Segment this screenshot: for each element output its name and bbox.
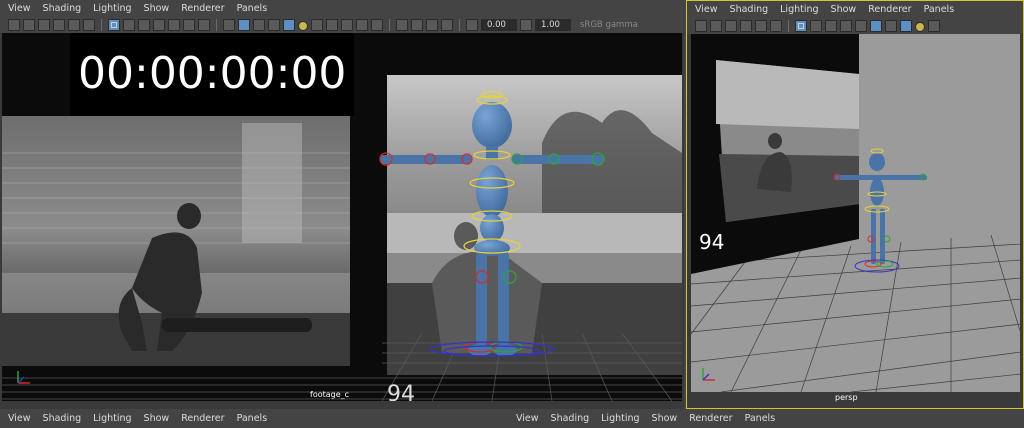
- menu-view[interactable]: View: [8, 3, 31, 14]
- motion-blur-icon[interactable]: [341, 19, 353, 31]
- color-space-label[interactable]: sRGB gamma: [580, 20, 638, 30]
- image-plane-icon[interactable]: [740, 20, 752, 32]
- use-all-lights-icon[interactable]: [915, 21, 925, 32]
- grease-pencil-icon[interactable]: [83, 19, 95, 31]
- menu-renderer[interactable]: Renderer: [181, 3, 224, 14]
- multisample-aa-icon[interactable]: [356, 19, 368, 31]
- field-chart-icon[interactable]: [168, 19, 180, 31]
- camera-label: footage_c: [310, 390, 350, 399]
- menu-show[interactable]: Show: [144, 413, 170, 424]
- wireframe-icon[interactable]: [855, 20, 867, 32]
- grid-icon[interactable]: [795, 20, 807, 32]
- menu-shading[interactable]: Shading: [43, 413, 82, 424]
- wireframe-on-shaded-icon[interactable]: [268, 19, 280, 31]
- two-d-pan-zoom-icon[interactable]: [68, 19, 80, 31]
- menu-show[interactable]: Show: [652, 413, 678, 424]
- gate-mask-icon[interactable]: [153, 19, 165, 31]
- toolbar-separator: [788, 20, 789, 32]
- toolbar-separator: [459, 19, 460, 31]
- select-camera-icon[interactable]: [8, 19, 20, 31]
- xray-icon[interactable]: [411, 19, 423, 31]
- menu-lighting[interactable]: Lighting: [601, 413, 639, 424]
- menu-lighting[interactable]: Lighting: [780, 4, 818, 15]
- xray-joints-icon[interactable]: [426, 19, 438, 31]
- resolution-gate-icon[interactable]: [825, 20, 837, 32]
- menu-lighting[interactable]: Lighting: [93, 3, 131, 14]
- menu-view[interactable]: View: [8, 413, 31, 424]
- select-camera-icon[interactable]: [695, 20, 707, 32]
- bottom-left-panel-menubar: View Shading Lighting Show Renderer Pane…: [0, 409, 506, 428]
- exposure-icon[interactable]: [466, 19, 478, 31]
- screen-space-ao-icon[interactable]: [326, 19, 338, 31]
- exposure-field[interactable]: 0.00: [481, 19, 517, 31]
- menu-view[interactable]: View: [695, 4, 718, 15]
- bottom-right-panel-menubar: View Shading Lighting Show Renderer Pane…: [508, 409, 1024, 428]
- gate-mask-icon[interactable]: [840, 20, 852, 32]
- grease-pencil-icon[interactable]: [770, 20, 782, 32]
- film-gate-icon[interactable]: [810, 20, 822, 32]
- timecode-text: 00:00:00:00: [78, 48, 346, 99]
- menu-shading[interactable]: Shading: [551, 413, 590, 424]
- wireframe-icon[interactable]: [223, 19, 235, 31]
- persp-viewport[interactable]: 94: [691, 34, 1020, 392]
- grid-icon[interactable]: [108, 19, 120, 31]
- textured-icon[interactable]: [283, 19, 295, 31]
- menu-shading[interactable]: Shading: [43, 3, 82, 14]
- isolate-select-icon[interactable]: [396, 19, 408, 31]
- toolbar-separator: [389, 19, 390, 31]
- persp-axis-gizmo-icon: [702, 368, 715, 381]
- left-panel-toolbar: 0.00 1.00 sRGB gamma: [0, 17, 684, 33]
- menu-panels[interactable]: Panels: [237, 413, 268, 424]
- default-material-icon[interactable]: [885, 20, 897, 32]
- menu-panels[interactable]: Panels: [745, 413, 776, 424]
- safe-title-icon[interactable]: [198, 19, 210, 31]
- two-d-pan-zoom-icon[interactable]: [755, 20, 767, 32]
- persp-frame-number-overlay: 94: [699, 230, 724, 254]
- menu-renderer[interactable]: Renderer: [868, 4, 911, 15]
- frame-number-overlay: 94: [387, 382, 415, 401]
- menu-panels[interactable]: Panels: [924, 4, 955, 15]
- menu-renderer[interactable]: Renderer: [181, 413, 224, 424]
- use-all-lights-icon[interactable]: [298, 20, 308, 31]
- bookmark-icon[interactable]: [725, 20, 737, 32]
- menu-view[interactable]: View: [516, 413, 539, 424]
- smooth-shade-icon[interactable]: [870, 20, 882, 32]
- camera-attributes-icon[interactable]: [23, 19, 35, 31]
- footage-camera-scene: 00:00:00:00 94: [2, 33, 682, 401]
- persp-camera-label: persp: [835, 393, 858, 402]
- resolution-gate-icon[interactable]: [138, 19, 150, 31]
- toolbar-separator: [101, 19, 102, 31]
- menu-show[interactable]: Show: [831, 4, 857, 15]
- camera-attributes-icon[interactable]: [710, 20, 722, 32]
- xray-components-icon[interactable]: [441, 19, 453, 31]
- left-panel-menubar: View Shading Lighting Show Renderer Pane…: [0, 0, 684, 17]
- safe-action-icon[interactable]: [183, 19, 195, 31]
- persp-viewport-panel: View Shading Lighting Show Renderer Pane…: [686, 0, 1024, 409]
- smooth-shade-icon[interactable]: [238, 19, 250, 31]
- footage-camera-viewport[interactable]: 00:00:00:00 94: [2, 33, 682, 401]
- right-panel-toolbar: [687, 18, 1023, 34]
- film-gate-icon[interactable]: [123, 19, 135, 31]
- menu-panels[interactable]: Panels: [237, 3, 268, 14]
- menu-shading[interactable]: Shading: [730, 4, 769, 15]
- shadows-icon[interactable]: [311, 19, 323, 31]
- toolbar-separator: [216, 19, 217, 31]
- gamma-icon[interactable]: [520, 19, 532, 31]
- menu-lighting[interactable]: Lighting: [93, 413, 131, 424]
- menu-renderer[interactable]: Renderer: [689, 413, 732, 424]
- persp-scene: 94: [691, 34, 1020, 392]
- image-plane-icon[interactable]: [53, 19, 65, 31]
- right-panel-menubar: View Shading Lighting Show Renderer Pane…: [687, 1, 1023, 18]
- depth-of-field-icon[interactable]: [371, 19, 383, 31]
- axis-gizmo-icon: [17, 371, 30, 384]
- gamma-field[interactable]: 1.00: [535, 19, 571, 31]
- textured-icon[interactable]: [900, 20, 912, 32]
- left-viewport-panel: View Shading Lighting Show Renderer Pane…: [0, 0, 684, 409]
- bookmark-icon[interactable]: [38, 19, 50, 31]
- default-material-icon[interactable]: [253, 19, 265, 31]
- menu-show[interactable]: Show: [144, 3, 170, 14]
- shadows-icon[interactable]: [928, 20, 940, 32]
